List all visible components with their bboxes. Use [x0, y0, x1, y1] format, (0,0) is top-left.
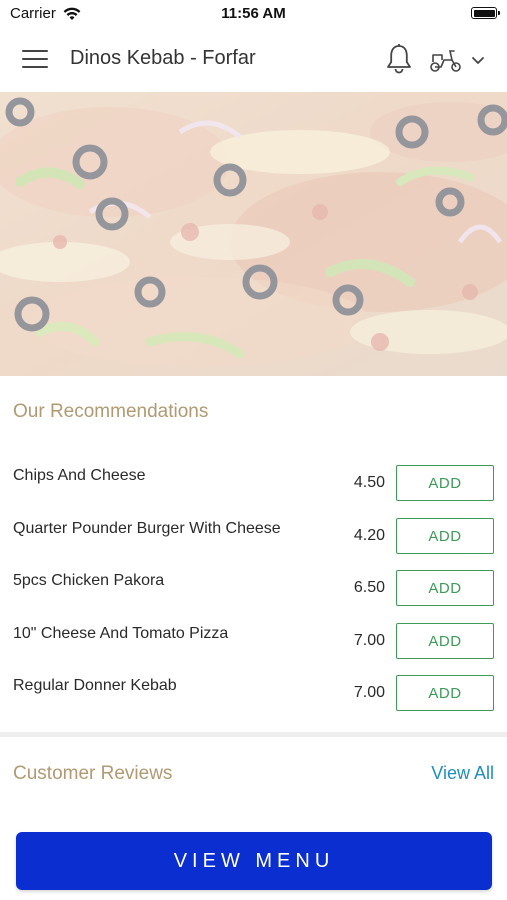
list-item: 10" Cheese And Tomato Pizza 7.00 ADD	[0, 623, 507, 663]
list-item: Quarter Pounder Burger With Cheese 4.20 …	[0, 518, 507, 558]
add-button[interactable]: ADD	[396, 465, 494, 501]
item-price: 4.50	[353, 474, 385, 491]
recommendations-title: Our Recommendations	[13, 401, 209, 422]
reviews-title: Customer Reviews	[13, 763, 173, 784]
view-menu-button[interactable]: VIEW MENU	[16, 832, 492, 890]
item-name: Chips And Cheese	[13, 467, 146, 484]
battery-icon	[471, 7, 500, 19]
restaurant-title: Dinos Kebab - Forfar	[70, 47, 256, 69]
status-time: 11:56 AM	[221, 5, 286, 22]
scooter-icon[interactable]	[428, 46, 464, 74]
bell-icon[interactable]	[384, 43, 414, 75]
list-item: 5pcs Chicken Pakora 6.50 ADD	[0, 570, 507, 610]
add-button[interactable]: ADD	[396, 623, 494, 659]
list-item: Chips And Cheese 4.50 ADD	[0, 465, 507, 505]
chevron-down-icon[interactable]	[470, 52, 486, 68]
app-header: Dinos Kebab - Forfar	[0, 30, 507, 90]
item-price: 7.00	[353, 684, 385, 701]
hero-overlay	[0, 92, 507, 376]
item-name: Regular Donner Kebab	[13, 677, 177, 694]
add-button[interactable]: ADD	[396, 518, 494, 554]
status-bar: Carrier 11:56 AM	[0, 0, 507, 28]
list-item: Regular Donner Kebab 7.00 ADD	[0, 675, 507, 715]
menu-icon[interactable]	[22, 50, 48, 70]
view-all-link[interactable]: View All	[431, 763, 494, 784]
app-screen: Carrier 11:56 AM Dinos Kebab - Forfar Ou…	[0, 0, 507, 900]
item-name: Quarter Pounder Burger With Cheese	[13, 520, 281, 537]
hero-pizza-image	[0, 92, 507, 376]
item-price: 4.20	[353, 527, 385, 544]
item-name: 10" Cheese And Tomato Pizza	[13, 625, 229, 642]
section-divider	[0, 732, 507, 737]
add-button[interactable]: ADD	[396, 570, 494, 606]
add-button[interactable]: ADD	[396, 675, 494, 711]
item-price: 7.00	[353, 632, 385, 649]
item-price: 6.50	[353, 579, 385, 596]
item-name: 5pcs Chicken Pakora	[13, 572, 165, 589]
